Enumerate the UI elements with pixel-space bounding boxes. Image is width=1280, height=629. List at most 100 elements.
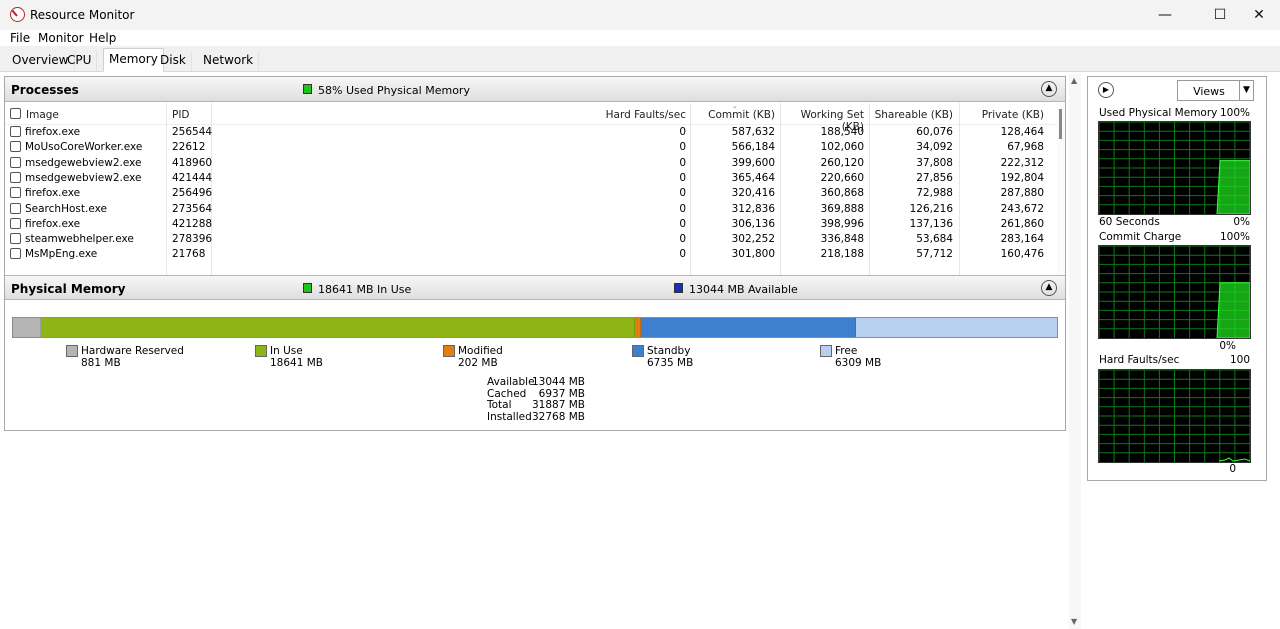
cell-hard-faults: 0 [679,248,686,261]
row-checkbox[interactable] [10,217,21,229]
row-checkbox[interactable] [10,126,21,137]
table-row[interactable]: steamwebhelper.exe 278396 0 302,252 336,848 5… [5,232,1057,247]
hard-faults-graph-label: Hard Faults/sec [1099,354,1180,366]
cell-image: steamwebhelper.exe [25,233,134,246]
cell-image: firefox.exe [25,217,81,230]
cell-pid: 418960 [172,156,213,169]
tab-disk[interactable]: Disk [155,51,192,71]
processes-header[interactable]: Processes 58% Used Physical Memory ▲ [5,77,1065,102]
processes-scrollbar-thumb[interactable] [1059,109,1062,139]
cell-commit: 302,252 [731,233,775,246]
cell-pid: 421444 [172,171,213,184]
cell-commit: 306,136 [731,217,775,230]
scroll-up-icon[interactable]: ▲ [1071,76,1077,85]
used-physical-memory-graph [1098,121,1251,215]
physical-memory-collapse-button[interactable]: ▲ [1041,280,1057,296]
minimize-button[interactable]: — [1142,0,1188,30]
physical-memory-header[interactable]: Physical Memory 18641 MB In Use 13044 MB… [5,275,1065,300]
row-checkbox[interactable] [10,248,21,260]
cell-commit: 320,416 [731,187,775,200]
row-checkbox[interactable] [10,156,21,168]
close-button[interactable]: ✕ [1236,0,1280,30]
legend-value: 6309 MB [835,357,882,369]
column-pid[interactable]: PID [172,109,190,121]
cell-private: 222,312 [1000,156,1044,169]
legend-swatch [443,345,455,357]
scroll-down-icon[interactable]: ▼ [1071,617,1077,626]
cell-shareable: 72,988 [916,187,953,200]
views-dropdown[interactable]: Views ▼ [1177,80,1254,101]
sort-indicator-icon: ⌄ [732,102,738,110]
processes-table-header: Image PID Hard Faults/sec Commit (KB) ⌄ … [5,102,1057,133]
table-row[interactable]: SearchHost.exe 273564 0 312,836 369,888 126,2… [5,202,1057,217]
select-all-checkbox[interactable] [10,108,21,119]
processes-scrollbar[interactable] [1057,103,1065,275]
legend-swatch [255,345,267,357]
legend-value: 6735 MB [647,357,694,369]
main-scrollbar[interactable]: ▲ ▼ [1069,74,1081,629]
legend-value: 202 MB [458,357,498,369]
legend-label: In Use [270,345,303,357]
table-row[interactable]: MsMpEng.exe 21768 0 301,800 218,188 57,712 160… [5,247,1057,262]
cell-pid: 421288 [172,217,213,230]
hard-faults-graph [1098,369,1251,463]
table-row[interactable]: firefox.exe 256496 0 320,416 360,868 72,988 28… [5,186,1057,201]
menu-bar: File Monitor Help [0,30,1280,46]
table-row[interactable]: msedgewebview2.exe 421444 0 365,464 220,660 2… [5,171,1057,186]
cell-working-set: 398,996 [820,217,864,230]
cell-private: 261,860 [1000,217,1044,230]
column-private[interactable]: Private (KB) [955,109,1044,121]
cell-working-set: 188,540 [820,126,864,138]
cell-commit: 365,464 [731,171,775,184]
menu-file[interactable]: File [10,31,30,45]
expand-pane-icon[interactable]: ▶ [1098,82,1114,98]
column-image[interactable]: Image [26,109,59,121]
menu-monitor[interactable]: Monitor [38,31,84,45]
row-checkbox[interactable] [10,171,21,183]
cell-pid: 273564 [172,202,213,215]
column-commit[interactable]: Commit (KB) [685,109,775,121]
legend-swatch [66,345,78,357]
available-legend-square [674,283,683,293]
row-checkbox[interactable] [10,141,21,153]
legend-label: Free [835,345,858,357]
cell-hard-faults: 0 [679,126,686,138]
available-summary: 13044 MB Available [689,283,798,296]
legend-label: Modified [458,345,503,357]
used-physical-memory-area [1216,160,1250,214]
row-checkbox[interactable] [10,202,21,214]
cell-image: firefox.exe [25,187,81,200]
cell-hard-faults: 0 [679,171,686,184]
cell-shareable: 57,712 [916,248,953,261]
graph-pane: ▶ Views ▼ Used Physical Memory 100% 60 S… [1087,76,1267,481]
processes-collapse-button[interactable]: ▲ [1041,81,1057,97]
summary-installed-value: 32768 MB [531,411,585,423]
cell-private: 128,464 [1000,126,1044,138]
table-row[interactable]: msedgewebview2.exe 418960 0 399,600 260,120 3… [5,156,1057,171]
table-row[interactable]: firefox.exe 256544 0 587,632 188,540 60,076 12… [5,125,1057,140]
row-checkbox[interactable] [10,233,21,245]
cell-working-set: 369,888 [820,202,864,215]
commit-charge-graph [1098,245,1251,339]
title-bar: Resource Monitor — ☐ ✕ [0,0,1280,30]
legend-label: Standby [647,345,691,357]
used-physical-memory-min: 0% [1233,216,1250,228]
menu-help[interactable]: Help [89,31,116,45]
cell-hard-faults: 0 [679,202,686,215]
memory-segment-in-use [41,318,635,337]
cell-working-set: 260,120 [820,156,864,169]
memory-segment-hardware-reserved [13,318,42,337]
table-row[interactable]: firefox.exe 421288 0 306,136 398,996 137,136 2… [5,217,1057,232]
table-row[interactable]: MoUsoCoreWorker.exe 22612 0 566,184 102,060 3… [5,140,1057,155]
column-shareable[interactable]: Shareable (KB) [865,109,953,121]
commit-charge-area [1216,282,1250,338]
tab-network[interactable]: Network [198,51,260,71]
cell-image: SearchHost.exe [25,202,107,215]
cell-pid: 22612 [172,141,206,154]
cell-image: MsMpEng.exe [25,248,98,261]
used-physical-memory-max: 100% [1219,107,1250,119]
cell-pid: 21768 [172,248,206,261]
row-checkbox[interactable] [10,187,21,199]
column-hard-faults[interactable]: Hard Faults/sec [565,109,686,121]
tab-cpu[interactable]: CPU [62,51,98,71]
